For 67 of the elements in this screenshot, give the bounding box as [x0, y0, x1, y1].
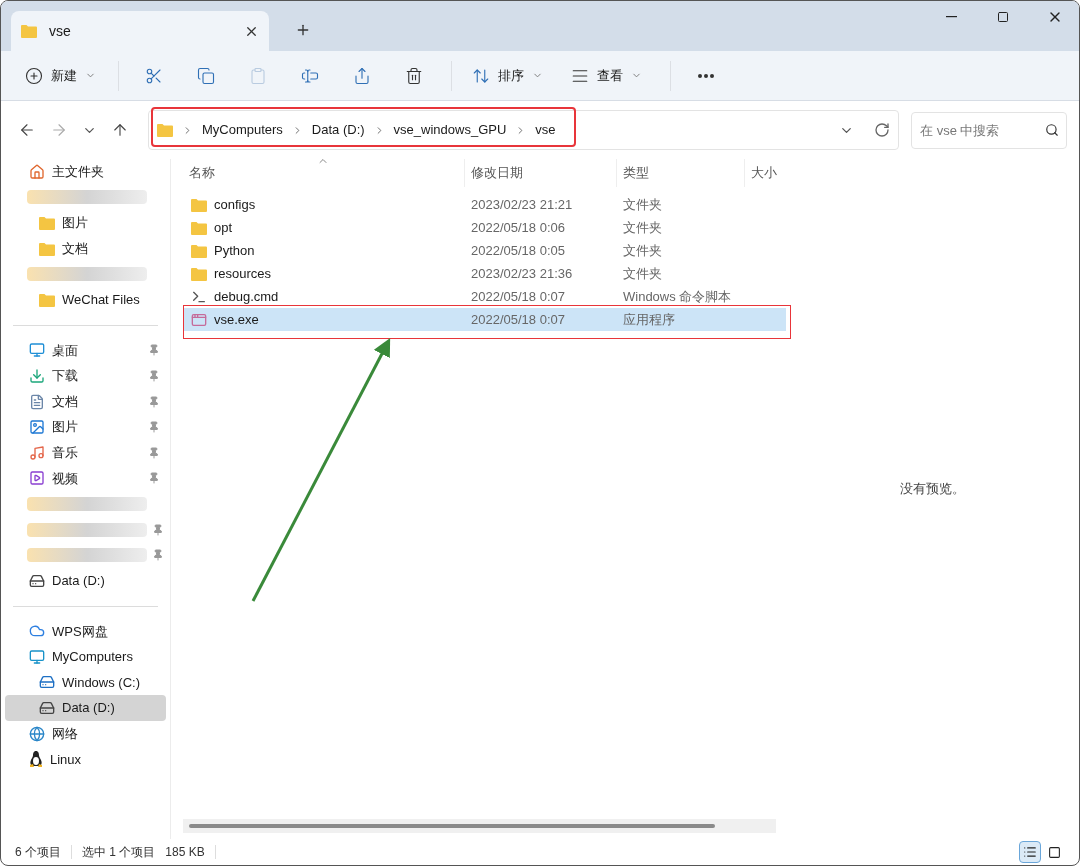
selection-count: 选中 1 个项目 [82, 844, 156, 861]
trash-icon [405, 66, 423, 85]
search-field[interactable]: 在 vse 中搜索 [911, 111, 1067, 149]
details-icon [1023, 845, 1037, 859]
folder-icon [191, 220, 207, 235]
network-icon [29, 725, 45, 742]
video-icon [29, 470, 45, 487]
back-icon[interactable] [18, 121, 36, 139]
file-row[interactable]: Python 2022/05/18 0:05 文件夹 [183, 239, 786, 262]
toolbar-button[interactable]: 新建 [15, 57, 106, 94]
maximize-icon [997, 11, 1009, 23]
penguin-icon [29, 751, 43, 768]
drive-icon [39, 700, 55, 717]
file-row[interactable]: configs 2023/02/23 21:21 文件夹 [183, 193, 786, 216]
file-row[interactable]: opt 2022/05/18 0:06 文件夹 [183, 216, 786, 239]
add-icon [25, 66, 43, 85]
folder-icon [39, 241, 55, 256]
desktop-icon [29, 342, 45, 359]
computer-icon [29, 648, 45, 665]
column-header[interactable]: 修改日期 [465, 159, 617, 187]
breadcrumb-item[interactable]: vse [535, 120, 556, 140]
selection-size: 185 KB [165, 844, 205, 861]
sort-icon [472, 66, 490, 85]
folder-icon [191, 243, 207, 258]
cut-icon [145, 66, 163, 85]
toolbar-button[interactable]: 查看 [561, 57, 652, 94]
item-count: 6 个项目 [15, 844, 61, 861]
view-button[interactable] [1019, 841, 1041, 863]
breadcrumb-item[interactable]: vse_windows_GPU [393, 120, 507, 140]
address-bar[interactable]: MyComputers Data (D:) vse_windows_GPU vse [147, 110, 899, 150]
folder-icon [39, 292, 55, 307]
drive-icon [39, 674, 55, 691]
window-tab[interactable]: vse [11, 11, 269, 51]
drive-icon [29, 572, 45, 589]
column-header[interactable]: 类型 [617, 159, 745, 187]
picture-icon [29, 419, 45, 436]
preview-message: 没有预览。 [900, 480, 965, 499]
more-icon [698, 73, 714, 78]
toolbar-button[interactable]: 排序 [462, 57, 553, 94]
share-icon [353, 66, 371, 85]
column-header[interactable]: 大小 [745, 159, 785, 187]
folder-icon [39, 216, 55, 230]
folder-icon [21, 24, 37, 38]
sidebar-item[interactable]: Data (D:) [5, 695, 166, 721]
folder-icon [156, 123, 173, 137]
document-icon [29, 393, 45, 410]
breadcrumb-item[interactable]: Data (D:) [311, 120, 365, 140]
column-header[interactable]: 名称 [183, 159, 465, 187]
copy-icon [197, 66, 215, 85]
file-row[interactable]: resources 2023/02/23 21:36 文件夹 [183, 262, 786, 285]
folder-icon [191, 197, 207, 212]
new-tab-icon[interactable] [295, 22, 311, 38]
folder-icon [191, 266, 207, 281]
home-icon [29, 163, 45, 180]
music-icon [29, 444, 45, 461]
download-icon [29, 367, 45, 384]
scrollbar[interactable] [189, 824, 715, 828]
app-icon [191, 311, 207, 328]
refresh-icon[interactable] [874, 122, 890, 138]
file-row[interactable]: vse.exe 2022/05/18 0:07 应用程序 [183, 308, 786, 331]
minimize-icon [945, 16, 957, 18]
paste-icon [249, 66, 267, 85]
file-row[interactable]: debug.cmd 2022/05/18 0:07 Windows 命令脚本 [183, 285, 786, 308]
rename-icon [301, 66, 319, 85]
breadcrumb-item[interactable]: MyComputers [201, 120, 283, 140]
tiles-icon [1047, 845, 1061, 859]
search-icon [1045, 122, 1059, 137]
